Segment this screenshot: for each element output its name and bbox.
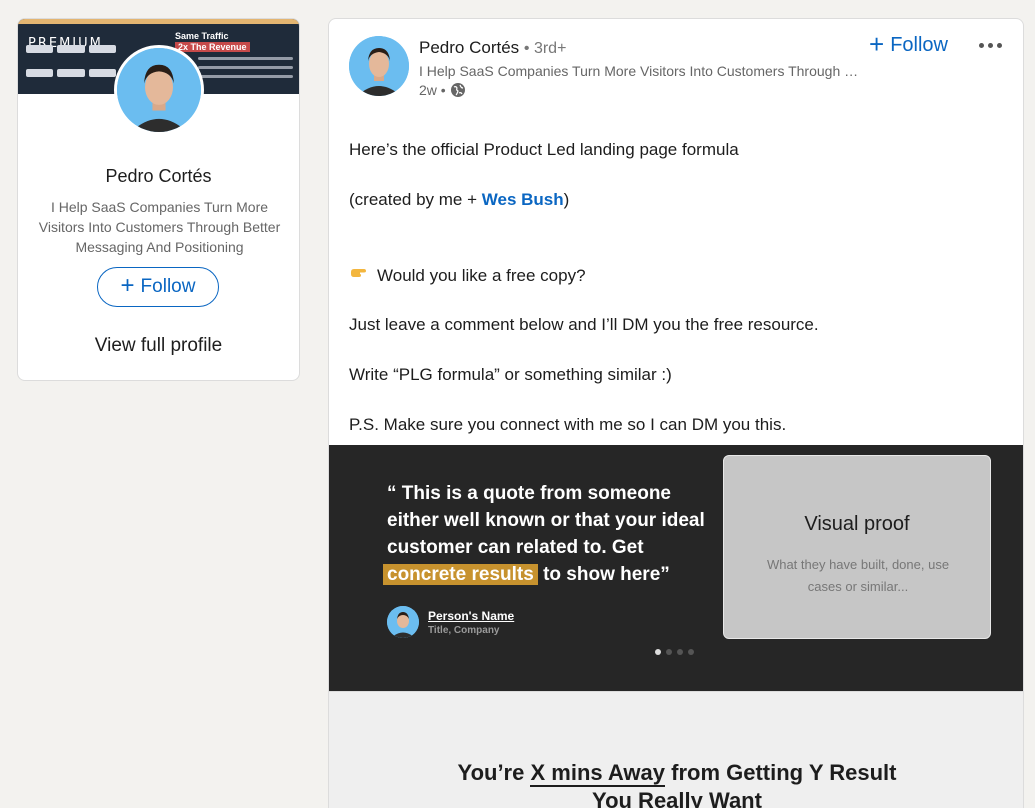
post-text-line: Write “PLG formula” or something similar…	[349, 365, 672, 384]
headline-underlined: X mins Away	[530, 760, 665, 787]
person-name: Person's Name	[428, 609, 515, 623]
wes-bush-link[interactable]: Wes Bush	[482, 190, 564, 209]
post-text-prefix: (created by me +	[349, 190, 482, 209]
avatar[interactable]	[114, 45, 204, 135]
profile-headline: I Help SaaS Companies Turn More Visitors…	[38, 199, 281, 255]
post-timestamp: 2w •	[419, 82, 466, 98]
follow-button[interactable]: + Follow	[97, 267, 219, 307]
visual-proof-title: Visual proof	[804, 513, 910, 535]
section-headline: You’re X mins Away from Getting Y Result…	[329, 759, 1023, 808]
visual-proof-box: Visual proof What they have built, done,…	[723, 455, 991, 639]
post-image-carousel[interactable]: “ This is a quote from someone either we…	[329, 445, 1023, 691]
post-image-section: You’re X mins Away from Getting Y Result…	[329, 691, 1023, 808]
person-avatar	[387, 606, 419, 638]
more-options-icon[interactable]	[975, 35, 1005, 55]
post-text-question: Would you like a free copy?	[377, 266, 586, 285]
carousel-dot[interactable]	[688, 649, 694, 655]
post-text-line: (created by me + Wes Bush)	[349, 190, 989, 210]
follow-label: Follow	[140, 276, 196, 297]
headline-prefix: You’re	[457, 760, 531, 785]
quote-text: “ This is a quote from someone either we…	[383, 480, 717, 588]
author-name[interactable]: Pedro Cortés • 3rd+	[419, 38, 566, 58]
author-avatar[interactable]	[349, 36, 409, 96]
follow-label: Follow	[890, 34, 948, 56]
author-headline: I Help SaaS Companies Turn More Visitors…	[419, 63, 859, 79]
carousel-dot[interactable]	[677, 649, 683, 655]
post-text-line: Just leave a comment below and I’ll DM y…	[349, 315, 819, 334]
carousel-dots[interactable]	[655, 649, 694, 655]
connection-degree: • 3rd+	[523, 40, 567, 57]
carousel-dot[interactable]	[655, 649, 661, 655]
plus-icon: +	[869, 28, 885, 59]
banner-logo-grid	[26, 45, 116, 89]
banner-revenue: 2x The Revenue	[175, 42, 250, 52]
post-text-line: Here’s the official Product Led landing …	[349, 140, 739, 159]
profile-card: PREMIUM Same Traffic 2x The Revenue Pedr…	[17, 18, 300, 381]
headline-line2: You Really Want	[592, 788, 762, 808]
post-card: Pedro Cortés • 3rd+ I Help SaaS Companie…	[328, 18, 1024, 808]
visual-proof-subtitle: What they have built, done, use cases or…	[766, 557, 950, 594]
post-follow-button[interactable]: + Follow	[869, 28, 948, 59]
view-full-profile-link[interactable]: View full profile	[18, 335, 299, 357]
globe-icon	[450, 83, 465, 97]
banner-text-lines	[198, 57, 293, 84]
headline-suffix: from Getting Y Result	[665, 760, 897, 785]
pointing-hand-icon	[351, 269, 366, 277]
post-text-suffix: )	[563, 190, 570, 209]
plus-icon: +	[120, 271, 135, 299]
quote-part1: “ This is a quote from someone either we…	[387, 483, 705, 558]
post-time-text: 2w •	[419, 82, 446, 98]
carousel-dot[interactable]	[666, 649, 672, 655]
quote-part2: to show here”	[537, 564, 670, 585]
author-name-text: Pedro Cortés	[419, 38, 520, 57]
premium-strip	[18, 19, 299, 24]
quote-highlight: concrete results	[383, 564, 538, 585]
profile-name[interactable]: Pedro Cortés	[18, 166, 299, 187]
post-text-line: P.S. Make sure you connect with me so I …	[349, 415, 787, 434]
banner-headline: Same Traffic	[175, 31, 229, 41]
post-text-line: Would you like a free copy?	[349, 265, 989, 286]
person-title: Title, Company	[428, 625, 500, 636]
